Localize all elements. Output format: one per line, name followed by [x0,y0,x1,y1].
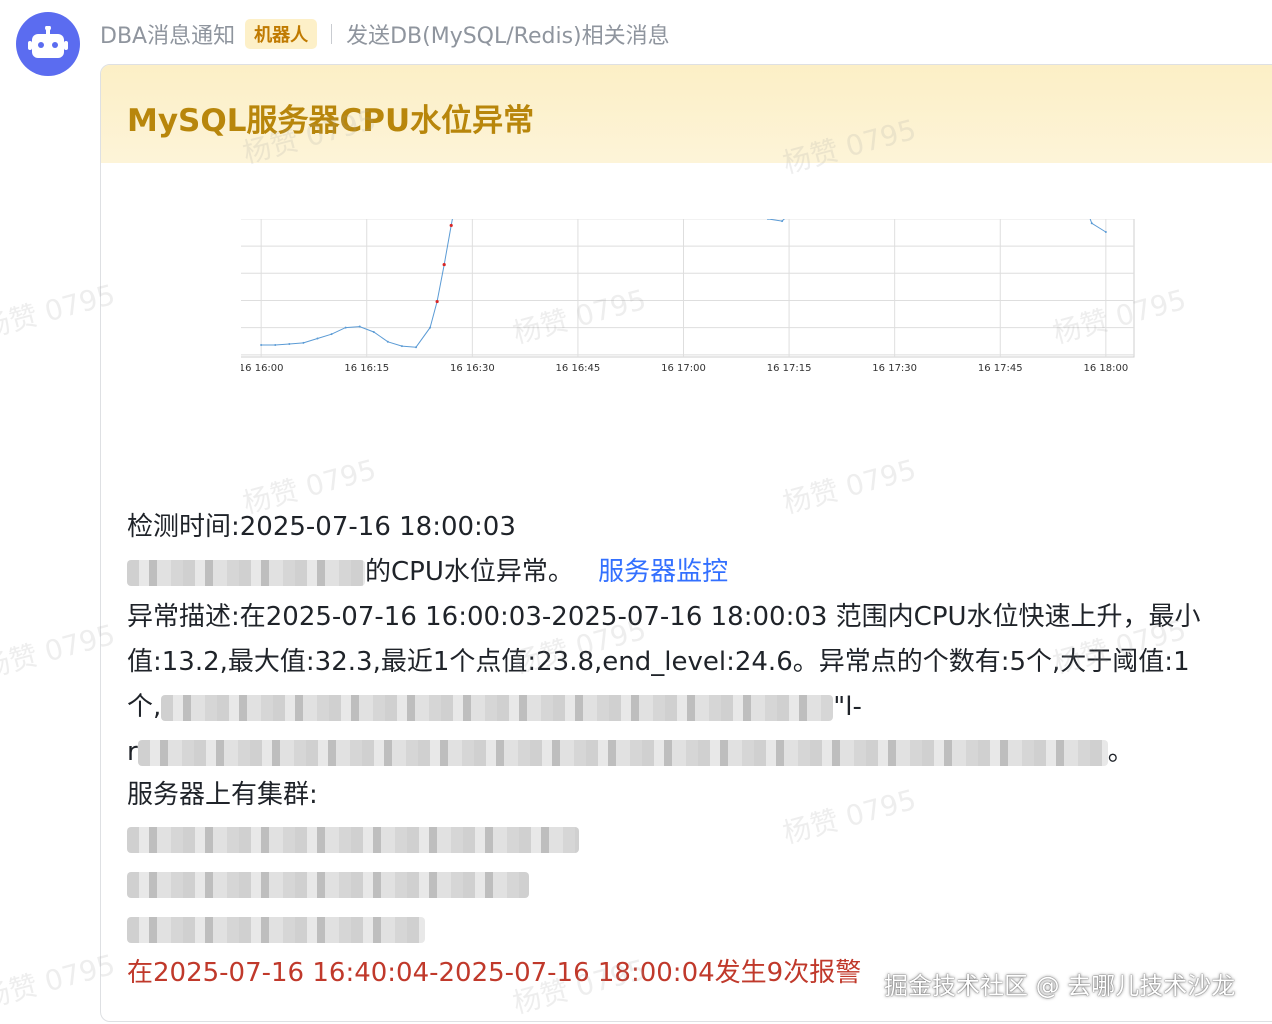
bot-avatar[interactable] [16,12,80,76]
server-line: 的CPU水位异常。 服务器监控 [127,550,728,595]
alert-card: MySQL服务器CPU水位异常 12.515.017.520.022.525.0… [100,64,1272,1022]
x-tick-label: 16 17:30 [872,363,917,374]
bot-description: 发送DB(MySQL/Redis)相关消息 [346,24,670,49]
data-point-value [358,325,361,328]
data-point-value [302,341,305,344]
card-title: MySQL服务器CPU水位异常 [127,103,535,139]
redacted-cluster [127,871,529,898]
data-point-value [1090,222,1093,225]
x-tick-label: 16 16:00 [241,363,284,374]
x-tick-label: 16 18:00 [1083,363,1128,374]
desc-line-3: 个, "l- [127,685,862,730]
data-point-value [415,346,418,349]
header-divider [331,24,333,44]
data-point-value [344,326,347,329]
cpu-chart-svg: 12.515.017.520.022.525.027.530.032.516 1… [207,132,1135,374]
redacted-cluster [127,916,425,943]
desc-line-4-suffix: 。 [1107,737,1134,767]
x-tick-label: 16 17:00 [661,363,706,374]
card-header: MySQL服务器CPU水位异常 [101,65,1272,163]
data-point-value [288,342,291,345]
desc-line-3-prefix: 个, [127,692,162,722]
redacted-text [137,739,1108,766]
data-point-value [316,337,319,340]
server-monitor-link[interactable]: 服务器监控 [598,557,728,587]
desc-line-2: 值:13.2,最大值:32.3,最近1个点值:23.8,end_level:24… [127,647,1190,677]
cluster-item [127,817,579,862]
alarm-summary: 在2025-07-16 16:40:04-2025-07-16 18:00:04… [127,958,862,988]
redacted-cluster [127,826,579,853]
cpu-chart[interactable]: 12.515.017.520.022.525.027.530.032.516 1… [207,132,1181,469]
cluster-heading: 服务器上有集群: [127,780,318,810]
x-tick-label: 16 17:15 [767,363,812,374]
anomaly-point [435,299,439,304]
data-point-value [1104,230,1107,233]
footer-watermark: 掘金技术社区 @ 去哪儿技术沙龙 [884,972,1236,1000]
x-tick-label: 16 16:30 [450,363,495,374]
data-point-value [330,333,333,336]
detect-time: 检测时间:2025-07-16 18:00:03 [127,512,516,542]
robot-icon [28,26,68,58]
redacted-text [161,694,834,721]
redacted-server-name [127,559,365,586]
anomaly-point [442,262,446,267]
desc-line-1: 异常描述:在2025-07-16 16:00:03-2025-07-16 18:… [127,602,1201,632]
data-point-value [400,345,403,348]
data-point-value [372,330,375,333]
desc-line-4: r。 [127,730,1134,775]
data-point-value [260,344,263,347]
anomaly-point [449,223,453,228]
data-point-value [429,326,432,329]
x-tick-label: 16 16:15 [344,363,389,374]
watermark: 杨赞 0795 [779,782,920,851]
message-header: DBA消息通知 机器人 发送DB(MySQL/Redis)相关消息 [100,16,670,52]
data-point-value [781,220,784,223]
bot-badge: 机器人 [245,19,318,49]
data-point-value [386,340,389,343]
sender-name[interactable]: DBA消息通知 [100,18,235,50]
desc-line-4-prefix: r [127,737,138,767]
x-tick-label: 16 16:45 [556,363,601,374]
cluster-item [127,862,529,907]
data-point-value [274,344,277,347]
x-tick-label: 16 17:45 [978,363,1023,374]
cluster-item [127,907,425,952]
cpu-abnormal-text: 的CPU水位异常。 [365,557,574,587]
desc-line-3-suffix: "l- [833,692,862,722]
